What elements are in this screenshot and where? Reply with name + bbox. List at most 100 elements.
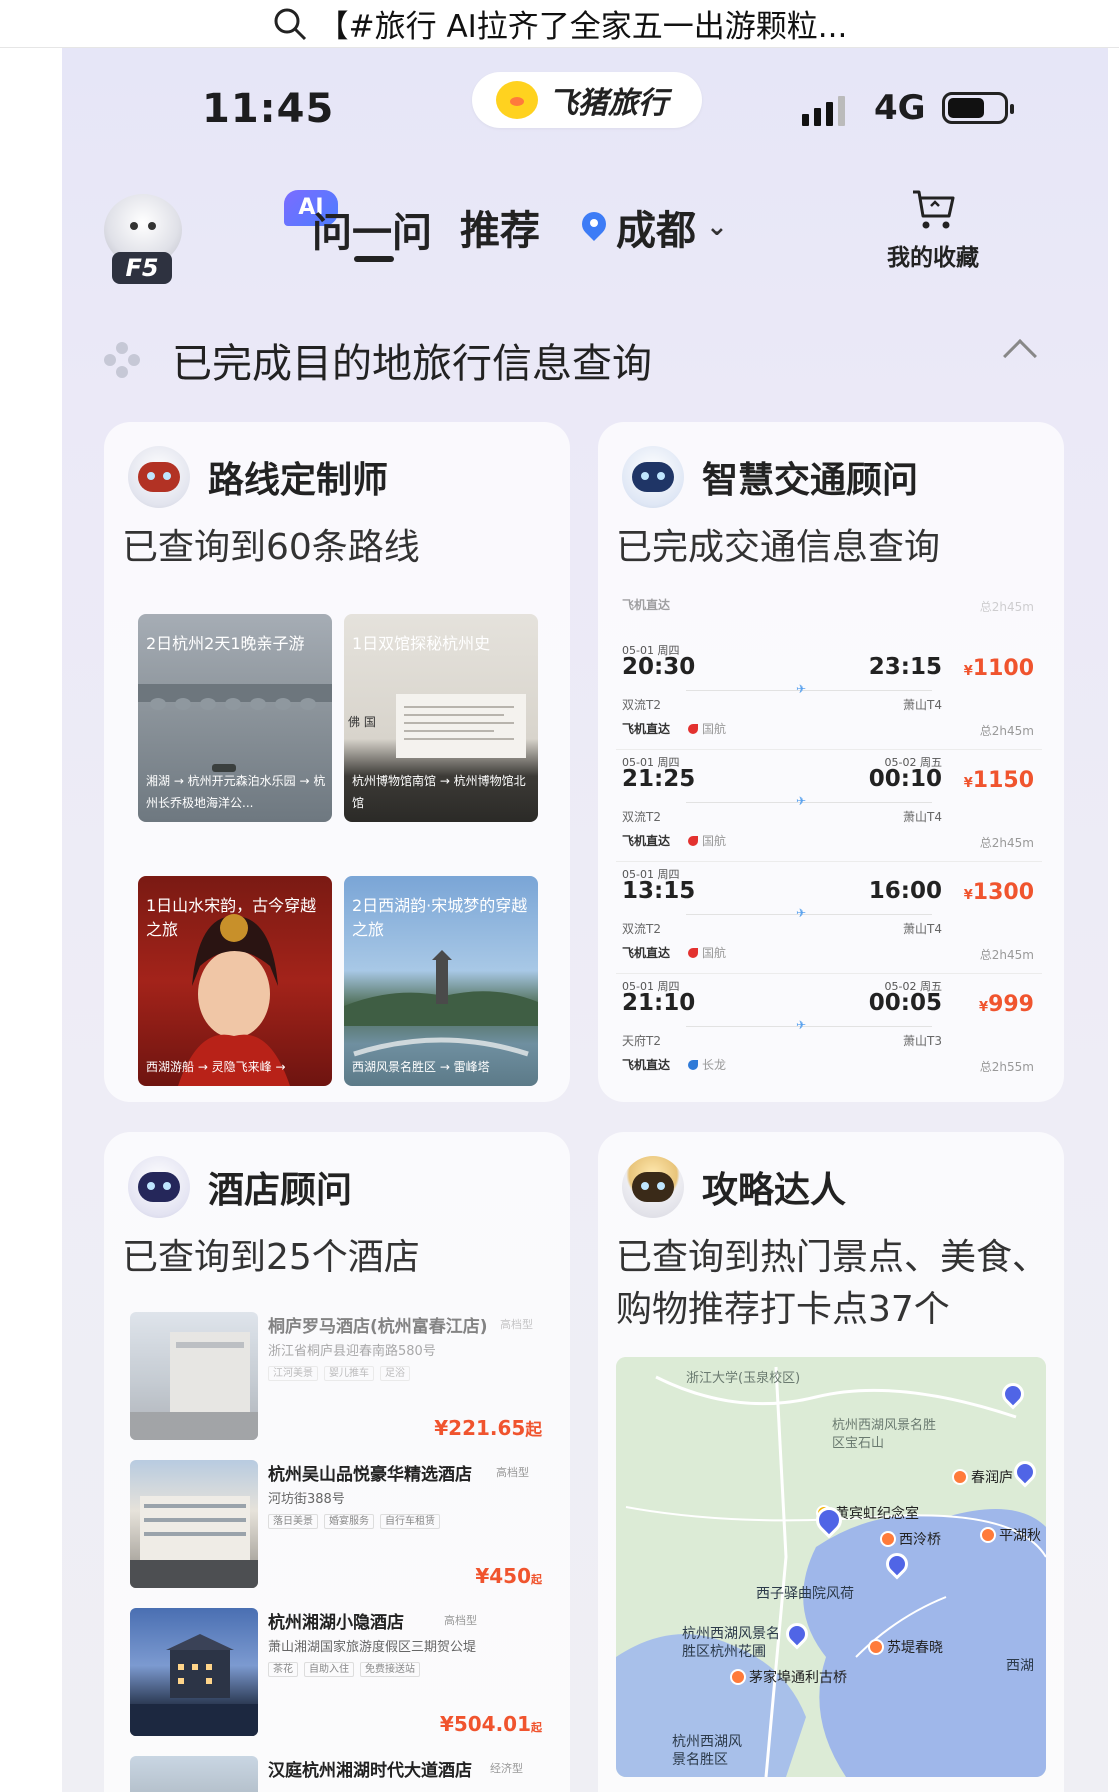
loading-dots-icon [102,340,142,380]
tab-recommend[interactable]: 推荐 [460,198,540,256]
hotel-features: 茶花 自助入住 免费接送站 [268,1660,426,1677]
route-tile-path: 西湖风景名胜区 → 雷峰塔 [352,1060,490,1074]
guide-card[interactable]: 攻略达人 已查询到热门景点、美食、 购物推荐打卡点37个 浙江大学(玉泉校区) … [598,1132,1064,1792]
status-bar: 11:45 飞猪旅行 4G [62,48,1108,158]
airline-label: 国航 [688,944,726,961]
hotel-price: ¥221.65起 [434,1416,542,1440]
route-tile[interactable]: 2日杭州2天1晚亲子游 湘湖 → 杭州开元森泊水乐园 → 杭州长乔极地海洋公..… [138,614,332,822]
avatar[interactable]: F5 [102,194,182,284]
airline-logo-icon [688,836,698,846]
guide-card-title: 攻略达人 [702,1170,847,1211]
hotel-item[interactable]: 汉庭杭州湘湖时代大道酒店 经济型 [130,1756,550,1792]
avatar-label: F5 [112,252,172,284]
route-tile-path: 杭州博物馆南馆 → 杭州博物馆北馆 [352,774,526,810]
hotel-item[interactable]: 杭州吴山品悦豪华精选酒店 高档型 河坊街388号 落日美景 婚宴服务 自行车租赁 ¥… [130,1460,550,1590]
route-card[interactable]: 路线定制师 已查询到60条路线 2日杭州2天1晚亲子游 湘湖 → 杭州开元森泊水… [104,422,570,1102]
guide-card-subtitle-2: 购物推荐打卡点37个 [616,1289,950,1330]
hotel-features: 落日美景 婚宴服务 自行车租赁 [268,1512,446,1529]
phone-screenshot: 11:45 飞猪旅行 4G F5 AI 问一问 推荐 成都 ⌄ 我的收藏 已完成… [62,48,1108,1792]
flight-hint-row: 飞机直达 总2h45m [622,598,1034,614]
city-name: 成都 [616,208,696,254]
hotel-photo [130,1460,258,1588]
query-status-text: 已完成目的地旅行信息查询 [172,341,652,387]
route-tile-title: 1日山水宋韵，古今穿越之旅 [146,896,317,939]
map-poi[interactable]: 茅家埠通利古桥 [730,1667,847,1687]
hotel-item[interactable]: 杭州湘湖小隐酒店 高档型 萧山湘湖国家旅游度假区三期贺公堤 茶花 自助入住 免费接送… [130,1608,550,1738]
transport-card-title: 智慧交通顾问 [702,460,919,501]
post-header: 【#旅行 AI拉齐了全家五一出游颗粒... [0,0,1119,48]
city-selector[interactable]: 成都 ⌄ [582,198,728,256]
plane-icon: ✈ [796,1018,807,1032]
map-label: 杭州西湖风景名胜区 [672,1734,742,1768]
brand-pill: 飞猪旅行 [472,72,702,128]
chevron-up-icon[interactable] [1003,339,1037,373]
svg-text:佛 国: 佛 国 [348,715,376,729]
flight-price: ¥1150 [963,768,1034,793]
hotel-photo [130,1608,258,1736]
network-type: 4G [874,88,926,128]
flight-price: ¥1300 [963,880,1034,905]
departure-time: 21:10 [622,990,696,1016]
map-poi[interactable]: 平湖秋 [980,1525,1041,1545]
map-label: 西湖 [1006,1658,1034,1674]
hotel-name: 桐庐罗马酒店(杭州富春江店) [268,1317,488,1337]
map-label: 西子驿曲院风荷 [756,1586,854,1602]
hotel-card-title: 酒店顾问 [208,1170,353,1211]
signal-icon [802,94,845,126]
hotel-card[interactable]: 酒店顾问 已查询到25个酒店 桐庐罗马酒店(杭州富春江店) 高档型 浙江省桐庐县… [104,1132,570,1792]
attractions-map[interactable]: 浙江大学(玉泉校区) 杭州西湖风景名胜区宝石山 西子驿曲院风荷 杭州西湖风景名胜… [616,1357,1046,1777]
map-label: 杭州西湖风景名胜区宝石山 [832,1418,937,1451]
route-tile[interactable]: 佛 国 1日双馆探秘杭州史 杭州博物馆南馆 → 杭州博物馆北馆 [344,614,538,822]
hotel-class: 高档型 [496,1466,529,1479]
arrival-time: 23:15 [868,654,942,680]
hotel-price: ¥504.01起 [439,1712,542,1736]
transport-card-subtitle: 已完成交通信息查询 [616,527,941,568]
hotel-class: 高档型 [444,1614,477,1627]
hotel-name: 汉庭杭州湘湖时代大道酒店 [268,1761,472,1781]
map-poi[interactable]: 苏堤春晓 [868,1637,943,1657]
flight-price: ¥999 [979,992,1034,1017]
flight-row[interactable]: 05-01 周四 21:10 05-02 周五 00:05 ¥999 ✈ 天府T… [616,974,1042,1086]
route-card-subtitle: 已查询到60条路线 [122,527,420,568]
map-poi[interactable]: 西泠桥 [880,1529,941,1549]
plane-icon: ✈ [796,682,807,696]
route-tile[interactable]: 1日山水宋韵，古今穿越之旅 西湖游船 → 灵隐飞来峰 → [138,876,332,1086]
brand-name: 飞猪旅行 [548,86,668,121]
map-poi[interactable]: 春润庐 [952,1467,1013,1487]
airline-label: 国航 [688,832,726,849]
robot-avatar-icon [128,1156,190,1218]
tab-ask[interactable]: 问一问 [312,200,432,258]
fliggy-logo-icon [496,81,538,119]
active-tab-indicator [354,256,394,262]
favorites-button[interactable]: 我的收藏 [878,188,988,272]
transport-card[interactable]: 智慧交通顾问 已完成交通信息查询 飞机直达 总2h45m 05-01 周四 20… [598,422,1064,1102]
hotel-photo [130,1312,258,1440]
poi-marker-icon [730,1669,746,1685]
route-tile-path: 西湖游船 → 灵隐飞来峰 → [146,1060,286,1074]
departure-time: 20:30 [622,654,696,680]
flight-row[interactable]: 05-01 周四 20:30 23:15 ¥1100 ✈ 双流T2 萧山T4 飞… [616,638,1042,750]
robot-avatar-icon [622,1156,684,1218]
hotel-features: 江河美景 婴儿推车 足浴 [268,1364,416,1381]
query-status-row[interactable]: 已完成目的地旅行信息查询 [102,330,1062,390]
hotel-photo [130,1756,258,1792]
hotel-address: 萧山湘湖国家旅游度假区三期贺公堤 [268,1640,477,1655]
arrival-time: 00:05 [868,990,942,1016]
airline-logo-icon [688,948,698,958]
flight-row[interactable]: 05-01 周四 21:25 05-02 周五 00:10 ¥1150 ✈ 双流… [616,750,1042,862]
route-tile[interactable]: 2日西湖韵·宋城梦的穿越之旅 西湖风景名胜区 → 雷峰塔 [344,876,538,1086]
flight-price: ¥1100 [963,656,1034,681]
map-background [616,1357,1046,1777]
airline-logo-icon [688,1060,698,1070]
flight-row[interactable]: 05-01 周四 13:15 16:00 ¥1300 ✈ 双流T2 萧山T4 飞… [616,862,1042,974]
search-icon[interactable] [272,6,308,42]
hotel-address: 浙江省桐庐县迎春南路580号 [268,1344,436,1359]
map-label: 浙江大学(玉泉校区) [686,1371,801,1386]
status-time: 11:45 [202,86,335,132]
arrival-time: 00:10 [868,766,942,792]
favorites-label: 我的收藏 [887,245,979,271]
route-card-title: 路线定制师 [208,460,389,501]
plane-icon: ✈ [796,906,807,920]
route-tile-title: 2日杭州2天1晚亲子游 [146,634,305,653]
map-label: 杭州西湖风景名胜区杭州花圃 [682,1626,780,1660]
